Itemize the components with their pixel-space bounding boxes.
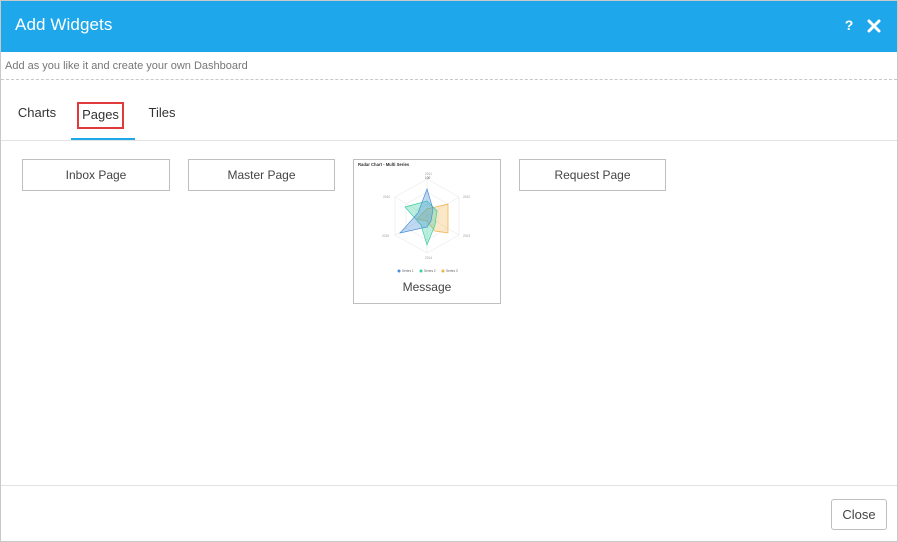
message-widget-card[interactable]: Radar Chart - Multi Series 2011 100 2012… [353, 159, 501, 304]
legend-series-2: Series 2 [424, 269, 436, 273]
tab-pages-highlight: Pages [77, 102, 124, 129]
axis-label: 2014 [425, 256, 432, 260]
request-page-widget[interactable]: Request Page [519, 159, 666, 191]
close-button[interactable]: Close [831, 499, 887, 530]
legend-series-1: Series 1 [402, 269, 414, 273]
footer-divider [1, 485, 897, 486]
add-widgets-dialog: Add Widgets ? Add as you like it and cre… [0, 0, 898, 542]
dashed-divider [1, 79, 897, 80]
axis-label: 2013 [463, 234, 470, 238]
tab-tiles-label: Tiles [148, 105, 176, 120]
tab-bar: Charts Pages Tiles [1, 97, 897, 141]
radar-chart-thumbnail: Radar Chart - Multi Series 2011 100 2012… [358, 162, 470, 273]
tab-charts[interactable]: Charts [13, 97, 61, 141]
tab-charts-label: Charts [17, 105, 57, 120]
inbox-page-widget[interactable]: Inbox Page [22, 159, 170, 191]
tab-tiles[interactable]: Tiles [141, 97, 183, 141]
legend-series-3: Series 3 [446, 269, 458, 273]
tabs-divider [1, 140, 897, 141]
axis-label: 2012 [463, 195, 470, 199]
axis-label: 2015 [382, 234, 389, 238]
dialog-title: Add Widgets [15, 15, 113, 34]
dialog-header: Add Widgets ? [1, 1, 897, 52]
axis-label: 2010 [383, 195, 390, 199]
close-icon[interactable] [865, 16, 883, 36]
axis-label: 100 [425, 176, 431, 180]
message-widget-label: Message [402, 280, 452, 294]
master-page-widget[interactable]: Master Page [188, 159, 335, 191]
dialog-subtitle: Add as you like it and create your own D… [5, 60, 248, 72]
tab-pages-label: Pages [82, 107, 119, 122]
tab-pages[interactable]: Pages [71, 97, 135, 141]
thumbnail-title: Radar Chart - Multi Series [358, 162, 410, 167]
question-icon[interactable]: ? [842, 15, 856, 35]
